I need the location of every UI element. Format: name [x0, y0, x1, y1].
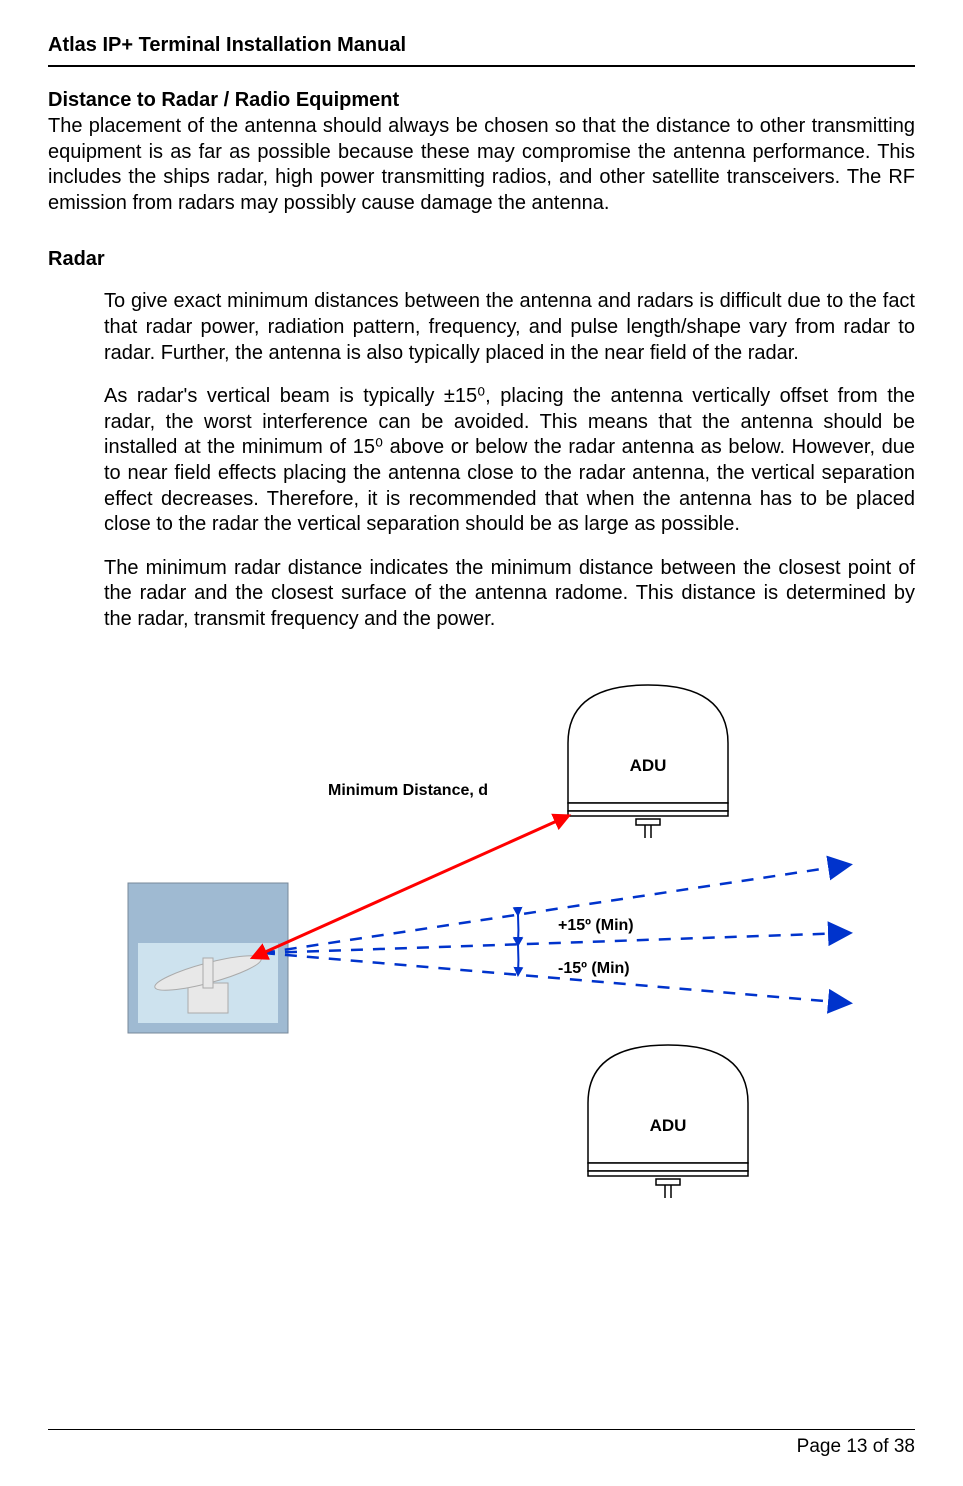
radar-paragraph-3: The minimum radar distance indicates the… [104, 556, 915, 633]
header-rule [48, 65, 915, 67]
radar-photo [128, 883, 288, 1033]
section-distance-heading: Distance to Radar / Radio Equipment [48, 89, 915, 112]
angle-upper-label: +15º (Min) [558, 917, 634, 934]
adu-label-top: ADU [630, 756, 667, 775]
footer-rule [48, 1429, 915, 1430]
beam-lines [263, 865, 848, 1003]
doc-header: Atlas IP+ Terminal Installation Manual [48, 34, 915, 65]
min-distance-label: Minimum Distance, d [328, 782, 488, 799]
section-distance-paragraph: The placement of the antenna should alwa… [48, 114, 915, 216]
radar-paragraph-2: As radar's vertical beam is typically ±1… [104, 384, 915, 538]
radar-paragraph-1: To give exact minimum distances between … [104, 289, 915, 366]
min-distance-line [263, 816, 568, 953]
angle-lower-label: -15º (Min) [558, 960, 630, 977]
adu-label-bottom: ADU [650, 1116, 687, 1135]
section-radar-heading: Radar [48, 248, 915, 271]
radar-distance-diagram: ADU ADU [48, 653, 915, 1213]
page-number: Page 13 of 38 [48, 1436, 915, 1458]
